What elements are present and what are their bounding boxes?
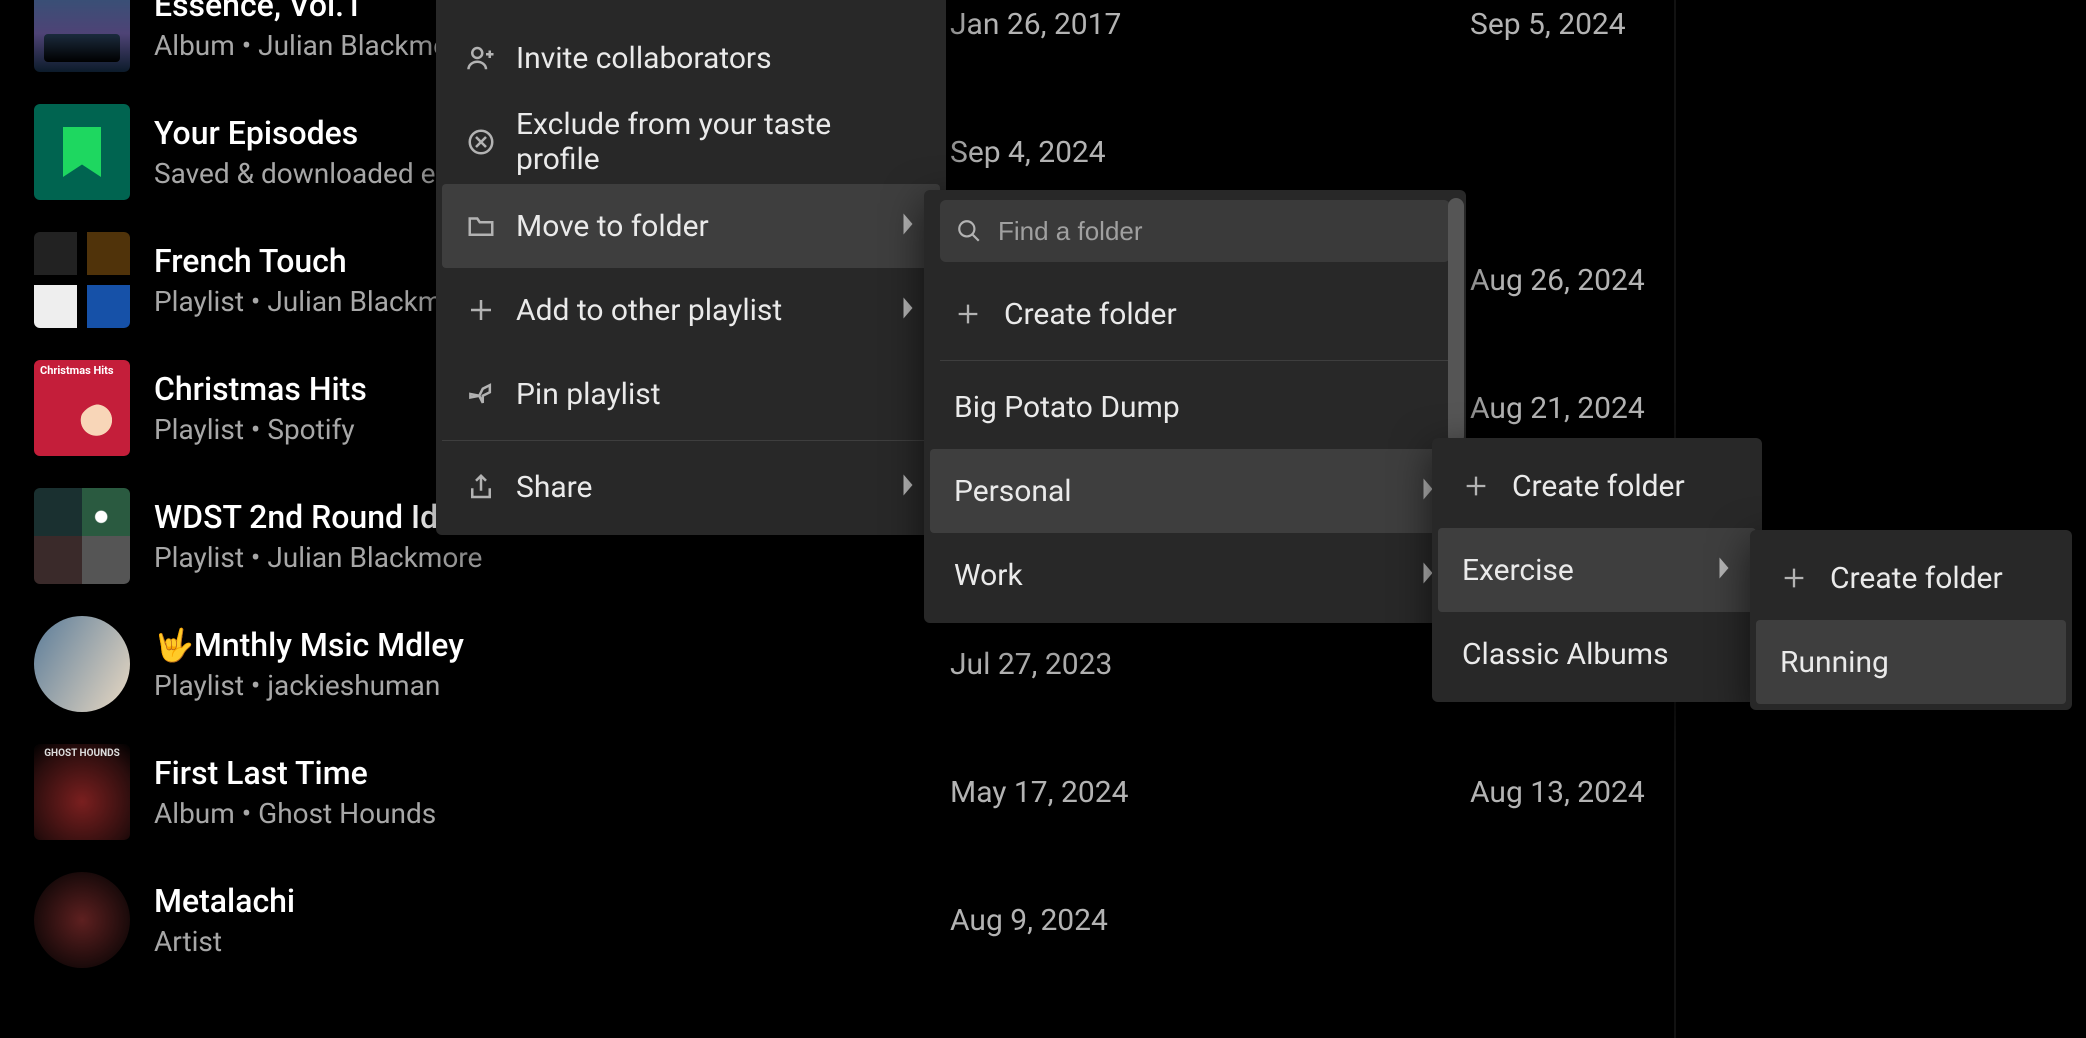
create-folder-label: Create folder: [1830, 561, 2042, 596]
date-added: Jul 27, 2023: [950, 647, 1112, 682]
separator: [940, 360, 1450, 361]
menu-invite-collaborators[interactable]: Invite collaborators: [442, 16, 940, 100]
date-added: May 17, 2024: [950, 775, 1128, 810]
create-folder-button[interactable]: Create folder: [930, 272, 1460, 356]
folder-name: Classic Albums: [1462, 637, 1732, 672]
date-played: Aug 13, 2024: [1470, 775, 1645, 810]
library-row[interactable]: GHOST HOUNDS First Last Time Album • Gho…: [0, 728, 1680, 856]
album-art: [34, 488, 130, 584]
album-art: [34, 104, 130, 200]
plus-icon: [466, 295, 516, 325]
item-subtitle: Album • Ghost Hounds: [154, 797, 914, 830]
menu-item-label: Move to folder: [516, 209, 900, 244]
item-subtitle: Playlist • Julian Blackmore: [154, 541, 914, 574]
menu-item-label: Share: [516, 470, 900, 505]
art-badge: GHOST HOUNDS: [44, 748, 120, 759]
personal-submenu: Create folder Exercise Classic Albums: [1432, 438, 1762, 702]
folder-name: Personal: [954, 474, 1420, 509]
item-subtitle: Playlist • jackieshuman: [154, 669, 914, 702]
folder-option-exercise[interactable]: Exercise: [1438, 528, 1756, 612]
chevron-right-icon: [900, 293, 916, 328]
chevron-right-icon: [900, 209, 916, 244]
menu-share[interactable]: Share: [442, 445, 940, 529]
separator: [442, 440, 940, 441]
folder-option-personal[interactable]: Personal: [930, 449, 1460, 533]
folder-search[interactable]: [940, 200, 1450, 262]
create-folder-label: Create folder: [1512, 469, 1732, 504]
folder-name: Exercise: [1462, 553, 1716, 588]
date-played: Sep 5, 2024: [1470, 7, 1626, 42]
folder-name: Big Potato Dump: [954, 390, 1436, 425]
album-art: [34, 232, 130, 328]
date-played: Aug 26, 2024: [1470, 263, 1645, 298]
album-art: [34, 616, 130, 712]
chevron-right-icon: [1716, 553, 1732, 588]
menu-item-label: Add to other playlist: [516, 293, 900, 328]
context-menu: Invite collaborators Exclude from your t…: [436, 0, 946, 535]
folder-name: Running: [1780, 645, 2042, 680]
date-played: Aug 21, 2024: [1470, 391, 1645, 426]
plus-icon: [1462, 472, 1512, 500]
chevron-right-icon: [900, 470, 916, 505]
bookmark-icon: [63, 127, 101, 177]
folder-option-running[interactable]: Running: [1756, 620, 2066, 704]
search-icon: [956, 218, 982, 244]
plus-icon: [954, 300, 1004, 328]
create-folder-button[interactable]: Create folder: [1438, 444, 1756, 528]
folder-option-classic-albums[interactable]: Classic Albums: [1438, 612, 1756, 696]
item-title: 🤟Mnthly Msic Mdley: [154, 626, 914, 664]
exercise-submenu: Create folder Running: [1750, 530, 2072, 710]
share-icon: [466, 472, 516, 502]
menu-exclude-taste[interactable]: Exclude from your taste profile: [442, 100, 940, 184]
pin-icon: [466, 379, 516, 409]
menu-add-to-playlist[interactable]: Add to other playlist: [442, 268, 940, 352]
item-title: First Last Time: [154, 754, 914, 792]
exclude-icon: [466, 127, 516, 157]
folder-option-work[interactable]: Work: [930, 533, 1460, 617]
create-folder-button[interactable]: Create folder: [1756, 536, 2066, 620]
folder-picker: Create folder Big Potato Dump Personal W…: [924, 190, 1466, 623]
item-title: Metalachi: [154, 882, 914, 920]
menu-item-label: Pin playlist: [516, 377, 916, 412]
folder-search-input[interactable]: [996, 215, 1434, 248]
folder-icon: [466, 211, 516, 241]
album-art: Christmas Hits: [34, 360, 130, 456]
folder-option[interactable]: Big Potato Dump: [930, 365, 1460, 449]
date-added: Jan 26, 2017: [950, 7, 1121, 42]
album-art: GHOST HOUNDS: [34, 744, 130, 840]
art-badge: Christmas Hits: [40, 364, 114, 377]
album-art: [34, 872, 130, 968]
scrollbar[interactable]: [1448, 198, 1464, 444]
menu-pin-playlist[interactable]: Pin playlist: [442, 352, 940, 436]
user-plus-icon: [466, 43, 516, 73]
folder-name: Work: [954, 558, 1420, 593]
menu-move-to-folder[interactable]: Move to folder: [442, 184, 940, 268]
plus-icon: [1780, 564, 1830, 592]
menu-item-label: Invite collaborators: [516, 41, 916, 76]
date-added: Sep 4, 2024: [950, 135, 1106, 170]
item-subtitle: Artist: [154, 925, 914, 958]
album-art: [34, 0, 130, 72]
date-added: Aug 9, 2024: [950, 903, 1108, 938]
library-row[interactable]: Metalachi Artist Aug 9, 2024: [0, 856, 1680, 984]
menu-item-label: Exclude from your taste profile: [516, 107, 916, 177]
create-folder-label: Create folder: [1004, 297, 1436, 332]
